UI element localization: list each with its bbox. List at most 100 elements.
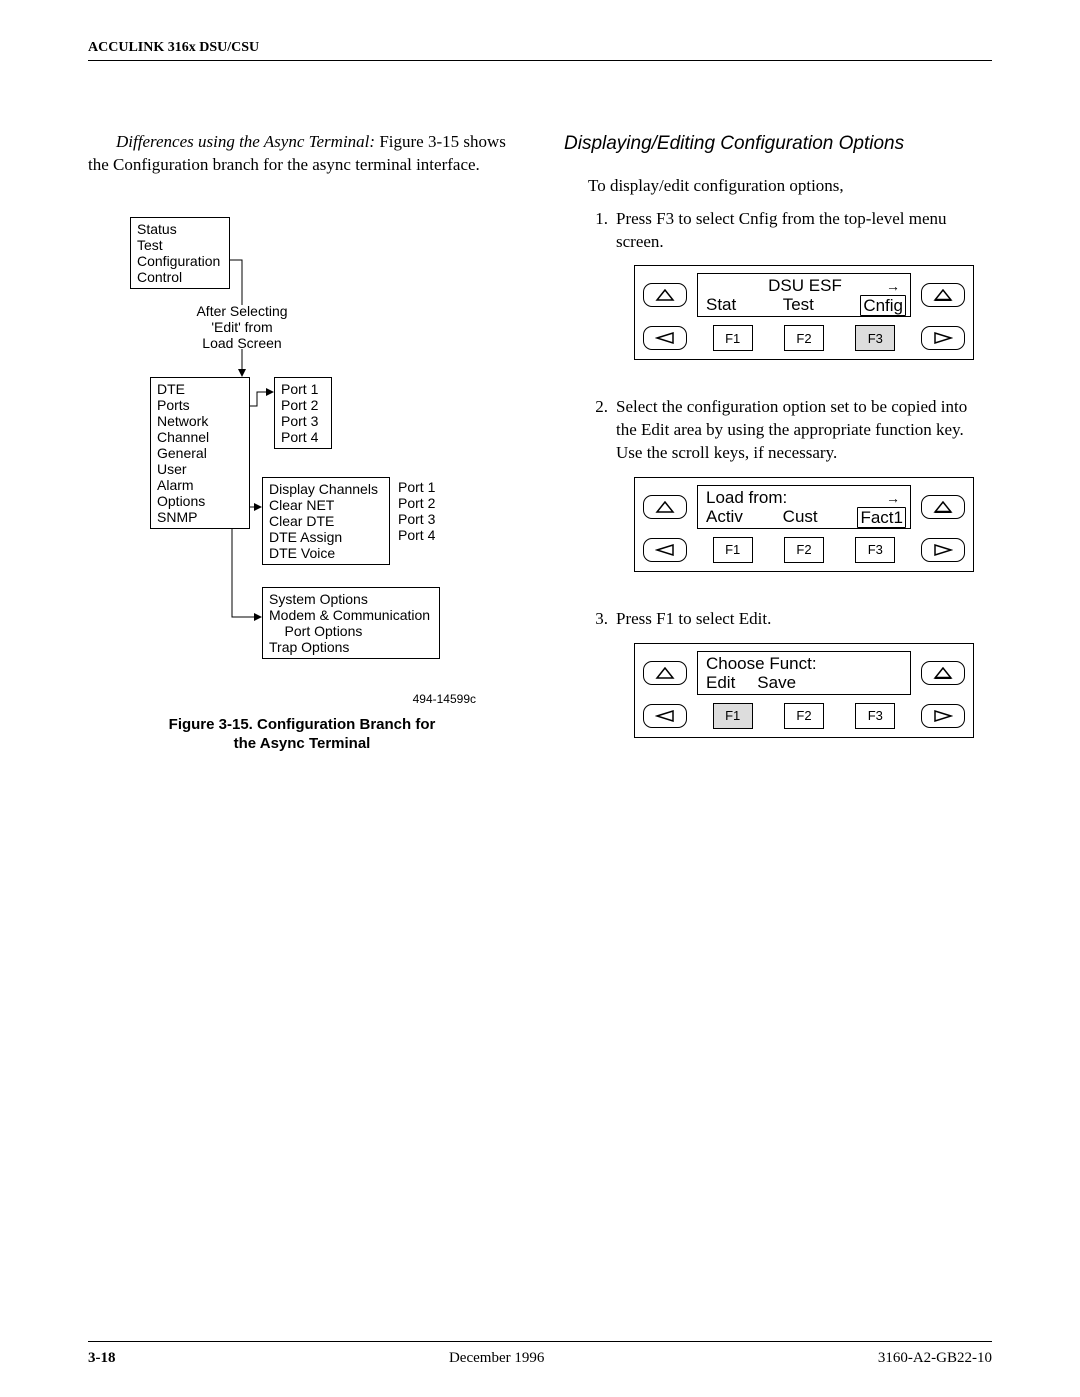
snmp-item: System Options	[269, 591, 433, 607]
lcd-menu-item: Save	[757, 673, 796, 692]
root-item: Control	[137, 269, 223, 285]
lcd-menu-item: Stat	[706, 295, 736, 316]
root-item: Configuration	[137, 253, 223, 269]
step-item: 2. Select the configuration option set t…	[588, 396, 992, 592]
page-number: 3-18	[88, 1350, 116, 1367]
channel-item: DTE Assign	[269, 529, 383, 545]
channel-item: Clear NET	[269, 497, 383, 513]
figure-caption: Figure 3-15. Configuration Branch for th…	[88, 715, 516, 754]
level2-item: DTE	[157, 381, 243, 397]
level2-item: User	[157, 461, 243, 477]
lcd-menu-item: Fact1	[857, 507, 906, 528]
lcd-display: Load from: → Activ Cust Fact1	[697, 485, 911, 529]
f2-key[interactable]: F2	[784, 703, 824, 729]
f1-key[interactable]: F1	[713, 703, 753, 729]
root-item: Test	[137, 237, 223, 253]
lcd-title: Load from:	[706, 488, 787, 507]
home-up-button[interactable]	[921, 495, 965, 519]
f2-key[interactable]: F2	[784, 537, 824, 563]
f2-key[interactable]: F2	[784, 325, 824, 351]
lcd-panel: Load from: → Activ Cust Fact1	[634, 477, 974, 572]
channel-port-item: Port 4	[398, 527, 435, 543]
step-text: Select the configuration option set to b…	[616, 397, 967, 462]
intro-line: To display/edit configuration options,	[564, 175, 992, 198]
ports-item: Port 3	[281, 413, 325, 429]
channel-ports-list: Port 1 Port 2 Port 3 Port 4	[398, 479, 435, 543]
right-button[interactable]	[921, 704, 965, 728]
left-column: Differences using the Async Terminal: Fi…	[88, 131, 520, 1341]
right-arrow-icon: →	[886, 489, 900, 508]
right-button[interactable]	[921, 326, 965, 350]
channel-port-item: Port 3	[398, 511, 435, 527]
f3-key[interactable]: F3	[855, 325, 895, 351]
level2-item: Channel	[157, 429, 243, 445]
channel-item: Clear DTE	[269, 513, 383, 529]
diagram-credit: 494-14599c	[413, 691, 476, 707]
home-up-button[interactable]	[921, 283, 965, 307]
running-header: ACCULINK 316x DSU/CSU	[88, 40, 992, 61]
snmp-submenu-box: System Options Modem & Communication Por…	[262, 587, 440, 659]
lcd-panel: Choose Funct: Edit Save	[634, 643, 974, 738]
up-button[interactable]	[643, 661, 687, 685]
ports-box: Port 1 Port 2 Port 3 Port 4	[274, 377, 332, 449]
right-arrow-icon: →	[886, 277, 900, 296]
lcd-display: DSU ESF → Stat Test Cnfig	[697, 273, 911, 317]
f3-key[interactable]: F3	[855, 537, 895, 563]
home-up-button[interactable]	[921, 661, 965, 685]
after-selecting-text: After Selecting 'Edit' from Load Screen	[192, 303, 292, 351]
root-menu-box: Status Test Configuration Control	[130, 217, 230, 289]
ports-item: Port 2	[281, 397, 325, 413]
ports-item: Port 1	[281, 381, 325, 397]
level2-item: SNMP	[157, 509, 243, 525]
step-number: 1.	[588, 208, 608, 381]
lcd-menu-item: Edit	[706, 673, 735, 692]
level2-item: Ports	[157, 397, 243, 413]
channel-item: DTE Voice	[269, 545, 383, 561]
up-button[interactable]	[643, 283, 687, 307]
snmp-item: Port Options	[269, 623, 433, 639]
step-text: Press F1 to select Edit.	[616, 609, 771, 628]
f1-key[interactable]: F1	[713, 537, 753, 563]
footer-date: December 1996	[449, 1350, 544, 1367]
lcd-menu-item: Cust	[783, 507, 818, 528]
lcd-title: DSU ESF	[768, 276, 842, 295]
config-branch-diagram: Status Test Configuration Control After …	[92, 217, 482, 707]
footer-docid: 3160-A2-GB22-10	[878, 1350, 992, 1367]
level2-item: Alarm Options	[157, 477, 243, 509]
step-number: 2.	[588, 396, 608, 592]
lcd-menu-item: Test	[783, 295, 814, 316]
intro-paragraph: Differences using the Async Terminal: Fi…	[88, 131, 516, 177]
channel-port-item: Port 2	[398, 495, 435, 511]
step-item: 3. Press F1 to select Edit. Choose Funct…	[588, 608, 992, 758]
page-footer: 3-18 December 1996 3160-A2-GB22-10	[88, 1341, 992, 1367]
section-title: Displaying/Editing Configuration Options	[564, 131, 992, 157]
lcd-panel: DSU ESF → Stat Test Cnfig	[634, 265, 974, 360]
lcd-display: Choose Funct: Edit Save	[697, 651, 911, 695]
level2-menu-box: DTE Ports Network Channel General User A…	[150, 377, 250, 529]
right-button[interactable]	[921, 538, 965, 562]
lcd-menu-item: Activ	[706, 507, 743, 528]
steps-list: 1. Press F3 to select Cnfig from the top…	[564, 208, 992, 759]
f1-key[interactable]: F1	[713, 325, 753, 351]
root-item: Status	[137, 221, 223, 237]
left-button[interactable]	[643, 326, 687, 350]
lcd-title: Choose Funct:	[706, 654, 817, 673]
intro-runin: Differences using the Async Terminal:	[116, 132, 375, 151]
level2-item: Network	[157, 413, 243, 429]
channel-submenu-box: Display Channels Clear NET Clear DTE DTE…	[262, 477, 390, 565]
snmp-item: Trap Options	[269, 639, 433, 655]
level2-item: General	[157, 445, 243, 461]
step-item: 1. Press F3 to select Cnfig from the top…	[588, 208, 992, 381]
up-button[interactable]	[643, 495, 687, 519]
left-button[interactable]	[643, 704, 687, 728]
right-column: Displaying/Editing Configuration Options…	[560, 131, 992, 1341]
channel-port-item: Port 1	[398, 479, 435, 495]
snmp-item: Modem & Communication	[269, 607, 433, 623]
lcd-menu-item: Cnfig	[860, 295, 906, 316]
step-text: Press F3 to select Cnfig from the top-le…	[616, 209, 947, 251]
channel-item: Display Channels	[269, 481, 383, 497]
step-number: 3.	[588, 608, 608, 758]
left-button[interactable]	[643, 538, 687, 562]
f3-key[interactable]: F3	[855, 703, 895, 729]
ports-item: Port 4	[281, 429, 325, 445]
